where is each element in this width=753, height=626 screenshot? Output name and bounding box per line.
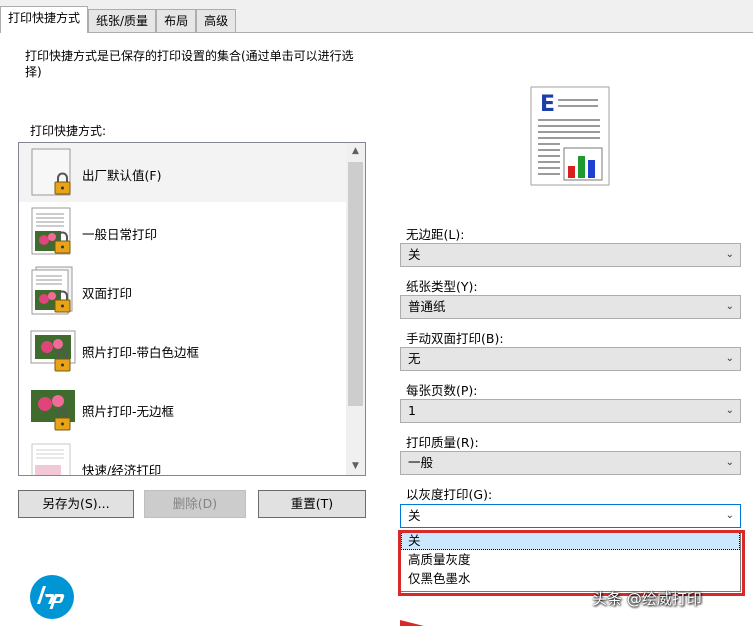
list-item-label: 出厂默认值(F) bbox=[82, 168, 162, 183]
chevron-down-icon: ⌄ bbox=[725, 249, 734, 260]
grayscale-select[interactable]: 关 ⌄ bbox=[400, 504, 741, 528]
list-item[interactable]: 照片打印-带白色边框 bbox=[19, 320, 346, 379]
borderless-label: 无边距(L): bbox=[406, 227, 465, 242]
shortcuts-list-label: 打印快捷方式: bbox=[30, 124, 107, 138]
chevron-down-icon: ⌄ bbox=[725, 510, 734, 521]
watermark-text: 头条 @绘威打印 bbox=[592, 590, 702, 608]
chevron-down-icon: ⌄ bbox=[725, 457, 734, 468]
manual-duplex-value: 无 bbox=[408, 351, 421, 366]
tab-layout[interactable]: 布局 bbox=[156, 9, 197, 33]
list-item-label: 快速/经济打印 bbox=[82, 463, 162, 476]
grayscale-label: 以灰度打印(G): bbox=[406, 487, 493, 502]
save-as-button[interactable]: 另存为(S)... bbox=[18, 490, 134, 518]
print-quality-select[interactable]: 一般 ⌄ bbox=[400, 451, 741, 475]
list-scrollbar[interactable]: ▲ ▼ bbox=[346, 143, 365, 475]
tab-advanced[interactable]: 高级 bbox=[196, 9, 237, 33]
borderless-value: 关 bbox=[408, 247, 421, 262]
hp-logo bbox=[30, 575, 74, 619]
manual-duplex-select[interactable]: 无 ⌄ bbox=[400, 347, 741, 371]
list-item-label: 照片打印-无边框 bbox=[82, 404, 175, 419]
tab-paper-quality[interactable]: 纸张/质量 bbox=[88, 9, 157, 33]
print-quality-value: 一般 bbox=[408, 455, 434, 470]
pages-per-sheet-label: 每张页数(P): bbox=[406, 383, 478, 398]
economy-page-icon bbox=[31, 443, 71, 475]
print-preview-icon: E bbox=[530, 86, 610, 186]
scroll-thumb[interactable] bbox=[348, 162, 363, 406]
scroll-up-icon[interactable]: ▲ bbox=[346, 143, 365, 160]
description-text: 打印快捷方式是已保存的打印设置的集合(通过单击可以进行选择) bbox=[25, 49, 354, 79]
paper-type-label: 纸张类型(Y): bbox=[406, 279, 478, 294]
reset-button[interactable]: 重置(T) bbox=[258, 490, 366, 518]
print-quality-label: 打印质量(R): bbox=[406, 435, 479, 450]
list-item-label: 一般日常打印 bbox=[82, 227, 158, 242]
list-item[interactable]: 出厂默认值(F) bbox=[19, 143, 346, 202]
list-item-label: 双面打印 bbox=[82, 286, 133, 301]
shortcuts-listbox[interactable]: 出厂默认值(F) 一般日常打印 双面打印 照片打印-带白色边框 照片打印-无边框… bbox=[18, 142, 366, 476]
list-item[interactable]: 一般日常打印 bbox=[19, 202, 346, 261]
pages-per-sheet-value: 1 bbox=[408, 403, 416, 418]
list-item[interactable]: 双面打印 bbox=[19, 261, 346, 320]
scroll-down-icon[interactable]: ▼ bbox=[346, 458, 365, 475]
tab-strip: 打印快捷方式 纸张/质量 布局 高级 bbox=[0, 6, 237, 33]
blank-page-lock-icon bbox=[31, 148, 71, 196]
paper-type-select[interactable]: 普通纸 ⌄ bbox=[400, 295, 741, 319]
tab-print-shortcuts[interactable]: 打印快捷方式 bbox=[0, 6, 89, 33]
document-photo-lock-icon bbox=[31, 207, 71, 255]
list-item-label: 照片打印-带白色边框 bbox=[82, 345, 200, 360]
photo-borderless-lock-icon bbox=[31, 390, 75, 431]
chevron-down-icon: ⌄ bbox=[725, 301, 734, 312]
highlight-box bbox=[398, 530, 745, 596]
grayscale-value: 关 bbox=[408, 508, 421, 523]
list-item[interactable]: 照片打印-无边框 bbox=[19, 379, 346, 438]
duplex-page-lock-icon bbox=[31, 266, 73, 315]
chevron-down-icon: ⌄ bbox=[725, 405, 734, 416]
list-item[interactable]: 快速/经济打印 bbox=[19, 438, 346, 476]
chevron-down-icon: ⌄ bbox=[725, 353, 734, 364]
red-arrow-icon bbox=[400, 620, 424, 626]
photo-border-lock-icon bbox=[30, 330, 76, 372]
paper-type-value: 普通纸 bbox=[408, 299, 446, 314]
delete-button[interactable]: 删除(D) bbox=[144, 490, 246, 518]
pages-per-sheet-select[interactable]: 1 ⌄ bbox=[400, 399, 741, 423]
svg-text:E: E bbox=[540, 92, 555, 117]
manual-duplex-label: 手动双面打印(B): bbox=[406, 331, 504, 346]
borderless-select[interactable]: 关 ⌄ bbox=[400, 243, 741, 267]
